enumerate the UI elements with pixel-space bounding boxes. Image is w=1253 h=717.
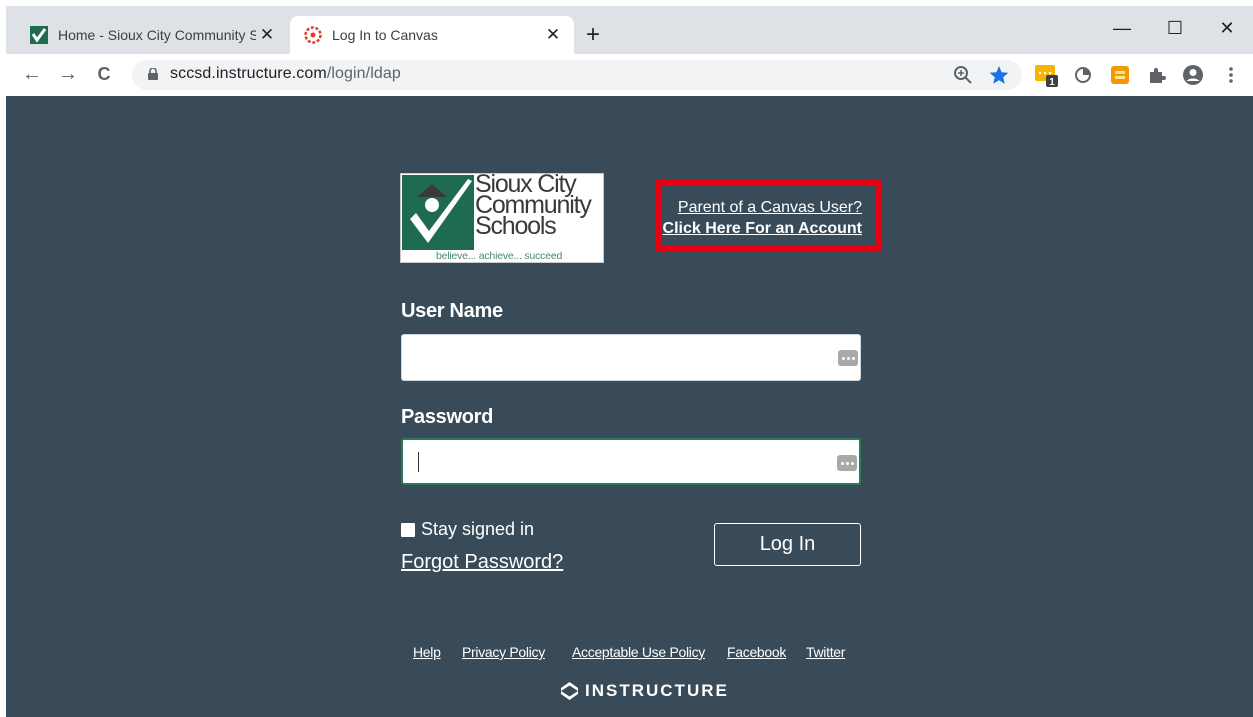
stay-signed-in-checkbox[interactable]: Stay signed in [401, 519, 534, 540]
parent-account-highlight: Parent of a Canvas User? Click Here For … [655, 179, 882, 252]
logo-name: Sioux City Community Schools [475, 172, 592, 240]
tab-close-icon[interactable]: ✕ [256, 25, 278, 45]
url-domain: sccsd.instructure.com [170, 65, 327, 82]
url-path: /login/ldap [326, 65, 401, 82]
username-label: User Name [401, 300, 503, 322]
username-field[interactable] [401, 334, 861, 381]
tab-title: Home - Sioux City Community Sc [58, 27, 256, 43]
more-menu-icon[interactable] [1220, 64, 1242, 86]
footer-link-twitter[interactable]: Twitter [806, 644, 845, 660]
tab-close-icon[interactable]: ✕ [542, 25, 564, 45]
maximize-icon[interactable]: ☐ [1160, 18, 1190, 39]
browser-toolbar: ← → C sccsd.instructure.com/login/ldap 1 [6, 54, 1253, 96]
password-manager-icon[interactable] [837, 455, 857, 471]
footer-link-privacy-policy[interactable]: Privacy Policy [462, 644, 545, 660]
forgot-password-link[interactable]: Forgot Password? [401, 551, 563, 574]
footer-link-acceptable-use-policy[interactable]: Acceptable Use Policy [572, 644, 705, 660]
bookmark-star-icon[interactable] [988, 64, 1010, 86]
back-arrow-icon[interactable]: ← [20, 63, 44, 85]
login-button[interactable]: Log In [714, 523, 861, 566]
profile-avatar-icon[interactable] [1182, 64, 1204, 86]
parent-canvas-user-link[interactable]: Parent of a Canvas User? [661, 197, 876, 218]
url-text: sccsd.instructure.com/login/ldap [170, 65, 401, 83]
logo-tagline: believe... achieve... succeed [436, 250, 563, 262]
extensions-puzzle-icon[interactable] [1146, 64, 1168, 86]
tab-canvas-login[interactable]: Log In to Canvas ✕ [290, 16, 574, 54]
tab-title: Log In to Canvas [332, 27, 438, 43]
extension-orange-icon[interactable] [1109, 64, 1131, 86]
password-label: Password [401, 406, 494, 428]
address-bar[interactable]: sccsd.instructure.com/login/ldap [132, 60, 1022, 90]
school-logo[interactable]: Sioux City Community Schools believe... … [400, 172, 604, 263]
tab-home[interactable]: Home - Sioux City Community Sc ✕ [20, 16, 288, 54]
browser-tab-strip: Home - Sioux City Community Sc ✕ Log In … [6, 6, 1253, 54]
logo-name-line: Schools [475, 212, 557, 240]
checkbox-square[interactable] [401, 522, 415, 537]
stay-signed-in-label: Stay signed in [421, 519, 535, 539]
instructure-brand-text: INSTRUCTURE [585, 681, 729, 700]
footer-link-help[interactable]: Help [413, 644, 441, 660]
password-manager-icon[interactable] [838, 350, 858, 366]
forward-arrow-icon[interactable]: → [56, 63, 80, 85]
extension-circle-icon[interactable] [1072, 64, 1094, 86]
logo-mark-icon [402, 175, 474, 250]
extension-badge: 1 [1049, 77, 1055, 88]
instructure-logo-icon [561, 682, 578, 700]
new-tab-button[interactable]: + [586, 23, 600, 47]
instructure-brand[interactable]: INSTRUCTURE [561, 681, 729, 701]
zoom-icon[interactable] [952, 64, 974, 86]
reload-icon[interactable]: C [92, 63, 116, 85]
minimize-icon[interactable]: — [1107, 18, 1137, 39]
create-parent-account-link[interactable]: Click Here For an Account [661, 218, 876, 239]
extension-notes-icon[interactable]: 1 [1034, 62, 1060, 88]
footer-links: Help Privacy Policy Acceptable Use Polic… [6, 644, 1253, 664]
school-checkmark-icon [30, 26, 48, 44]
canvas-icon [304, 26, 322, 44]
lock-icon [148, 68, 158, 80]
password-field[interactable] [401, 438, 861, 485]
text-caret [418, 452, 419, 472]
canvas-login-page: Sioux City Community Schools believe... … [6, 96, 1253, 717]
footer-link-facebook[interactable]: Facebook [727, 644, 786, 660]
close-window-icon[interactable]: ✕ [1212, 18, 1242, 39]
